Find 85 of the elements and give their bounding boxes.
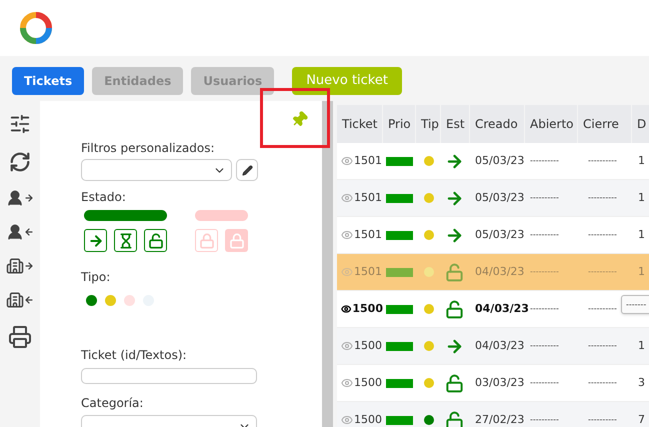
scrollbar[interactable] bbox=[322, 101, 333, 427]
table-cell-text: 1501 bbox=[354, 190, 382, 206]
user-arrow-left-icon[interactable] bbox=[6, 223, 34, 241]
table-cell: 27/02/23 bbox=[475, 412, 524, 426]
hourglass-icon bbox=[118, 232, 134, 248]
unlock-icon bbox=[445, 300, 464, 318]
table-cell: 03/03/23 bbox=[475, 376, 524, 389]
table-cell: 7 bbox=[638, 412, 645, 426]
highlight-frame bbox=[260, 88, 330, 148]
table-cell: 05/03/23 bbox=[475, 228, 524, 241]
table-cell-text: 1500 bbox=[354, 338, 382, 354]
table-cell: ---------- bbox=[530, 156, 559, 165]
table-cell: ---------- bbox=[530, 267, 559, 276]
table-cell: ---------- bbox=[588, 230, 617, 239]
table-cell: 1 bbox=[638, 264, 645, 278]
state-toggle[interactable] bbox=[225, 229, 248, 252]
lock-icon bbox=[228, 232, 244, 248]
user-arrow-right-icon[interactable] bbox=[6, 189, 34, 207]
building-arrow-left-icon[interactable] bbox=[6, 291, 34, 309]
lock-icon bbox=[198, 232, 214, 248]
edit-button[interactable] bbox=[236, 159, 258, 181]
priority-bar bbox=[386, 156, 413, 166]
table-cell-text: 1500 bbox=[352, 300, 383, 317]
table-row[interactable]: 1501 05/03/23 ---------- ---------- 1 bbox=[337, 217, 649, 254]
priority-bar bbox=[386, 304, 413, 314]
table-cell: ---------- bbox=[530, 341, 559, 350]
table-cell: 04/03/23 bbox=[475, 338, 524, 352]
state-group-bar[interactable] bbox=[84, 210, 167, 221]
eye-icon[interactable] bbox=[341, 303, 352, 315]
priority-bar bbox=[386, 194, 413, 202]
table-cell: ---------- bbox=[530, 415, 559, 424]
pencil-icon bbox=[242, 164, 252, 176]
table-cell: ---------- bbox=[530, 193, 559, 202]
state-toggle[interactable] bbox=[144, 229, 167, 252]
priority-bar bbox=[386, 230, 413, 240]
priority-bar bbox=[386, 342, 413, 350]
printer-icon[interactable] bbox=[8, 325, 32, 349]
tab[interactable]: Tickets bbox=[12, 66, 84, 94]
table-row[interactable]: 1501 05/03/23 ---------- ---------- 1 bbox=[337, 143, 649, 180]
arrow-icon bbox=[88, 232, 104, 248]
unlock-icon bbox=[445, 410, 464, 427]
table-cell: 1 bbox=[638, 228, 645, 241]
table-cell: 3 bbox=[638, 376, 645, 389]
table-cell-text: 1501 bbox=[354, 264, 382, 280]
table-cell: ---------- bbox=[588, 415, 617, 424]
field-label: Categoría: bbox=[81, 395, 144, 412]
table-cell: 04/03/23 bbox=[475, 302, 529, 315]
building-arrow-right-icon[interactable] bbox=[6, 257, 34, 275]
table-cell: ---------- bbox=[588, 304, 617, 313]
priority-bar bbox=[386, 268, 413, 276]
logo-icon bbox=[18, 10, 54, 46]
table-row[interactable]: 1500 03/03/23 ---------- ---------- 3 bbox=[337, 365, 649, 402]
table-cell: ---------- bbox=[530, 304, 559, 313]
table-cell: 05/03/23 bbox=[475, 154, 524, 167]
table-cell-text: 1500 bbox=[354, 374, 382, 391]
sliders-icon[interactable] bbox=[9, 113, 31, 135]
field-label: Tipo: bbox=[81, 269, 112, 286]
table-cell: ---------- bbox=[588, 267, 617, 276]
ticket-input[interactable] bbox=[81, 368, 257, 384]
priority-bar bbox=[386, 416, 413, 424]
table-cell: 1 bbox=[638, 154, 645, 167]
refresh-icon[interactable] bbox=[9, 151, 31, 173]
unlock-icon bbox=[445, 374, 464, 392]
table-cell: ---------- bbox=[588, 193, 617, 202]
table-cell: ---------- bbox=[588, 156, 617, 165]
state-toggle[interactable] bbox=[114, 229, 137, 252]
table-cell: 05/03/23 bbox=[475, 190, 524, 204]
field-label: Filtros personalizados: bbox=[81, 140, 216, 157]
table-cell: ---------- bbox=[588, 341, 617, 350]
field-label: Estado: bbox=[81, 189, 127, 206]
table-cell: ---------- bbox=[530, 230, 559, 239]
state-toggle[interactable] bbox=[84, 229, 107, 252]
unlock-icon bbox=[445, 262, 464, 282]
priority-bar bbox=[386, 378, 413, 388]
table-cell: 04/03/23 bbox=[475, 264, 524, 278]
table-cell-text: 1501 bbox=[354, 152, 382, 169]
table-cell: ---------- bbox=[530, 378, 559, 387]
table-cell-text: 1501 bbox=[354, 226, 382, 243]
table-cell: 1 bbox=[638, 338, 645, 352]
table-cell: ---------- bbox=[588, 378, 617, 387]
unlock-icon bbox=[148, 232, 164, 248]
table-cell: 1 bbox=[638, 190, 645, 204]
tooltip: ------- bbox=[621, 295, 649, 314]
table-cell: 1500 bbox=[354, 412, 382, 427]
field-label: Ticket (id/Textos): bbox=[81, 347, 188, 364]
